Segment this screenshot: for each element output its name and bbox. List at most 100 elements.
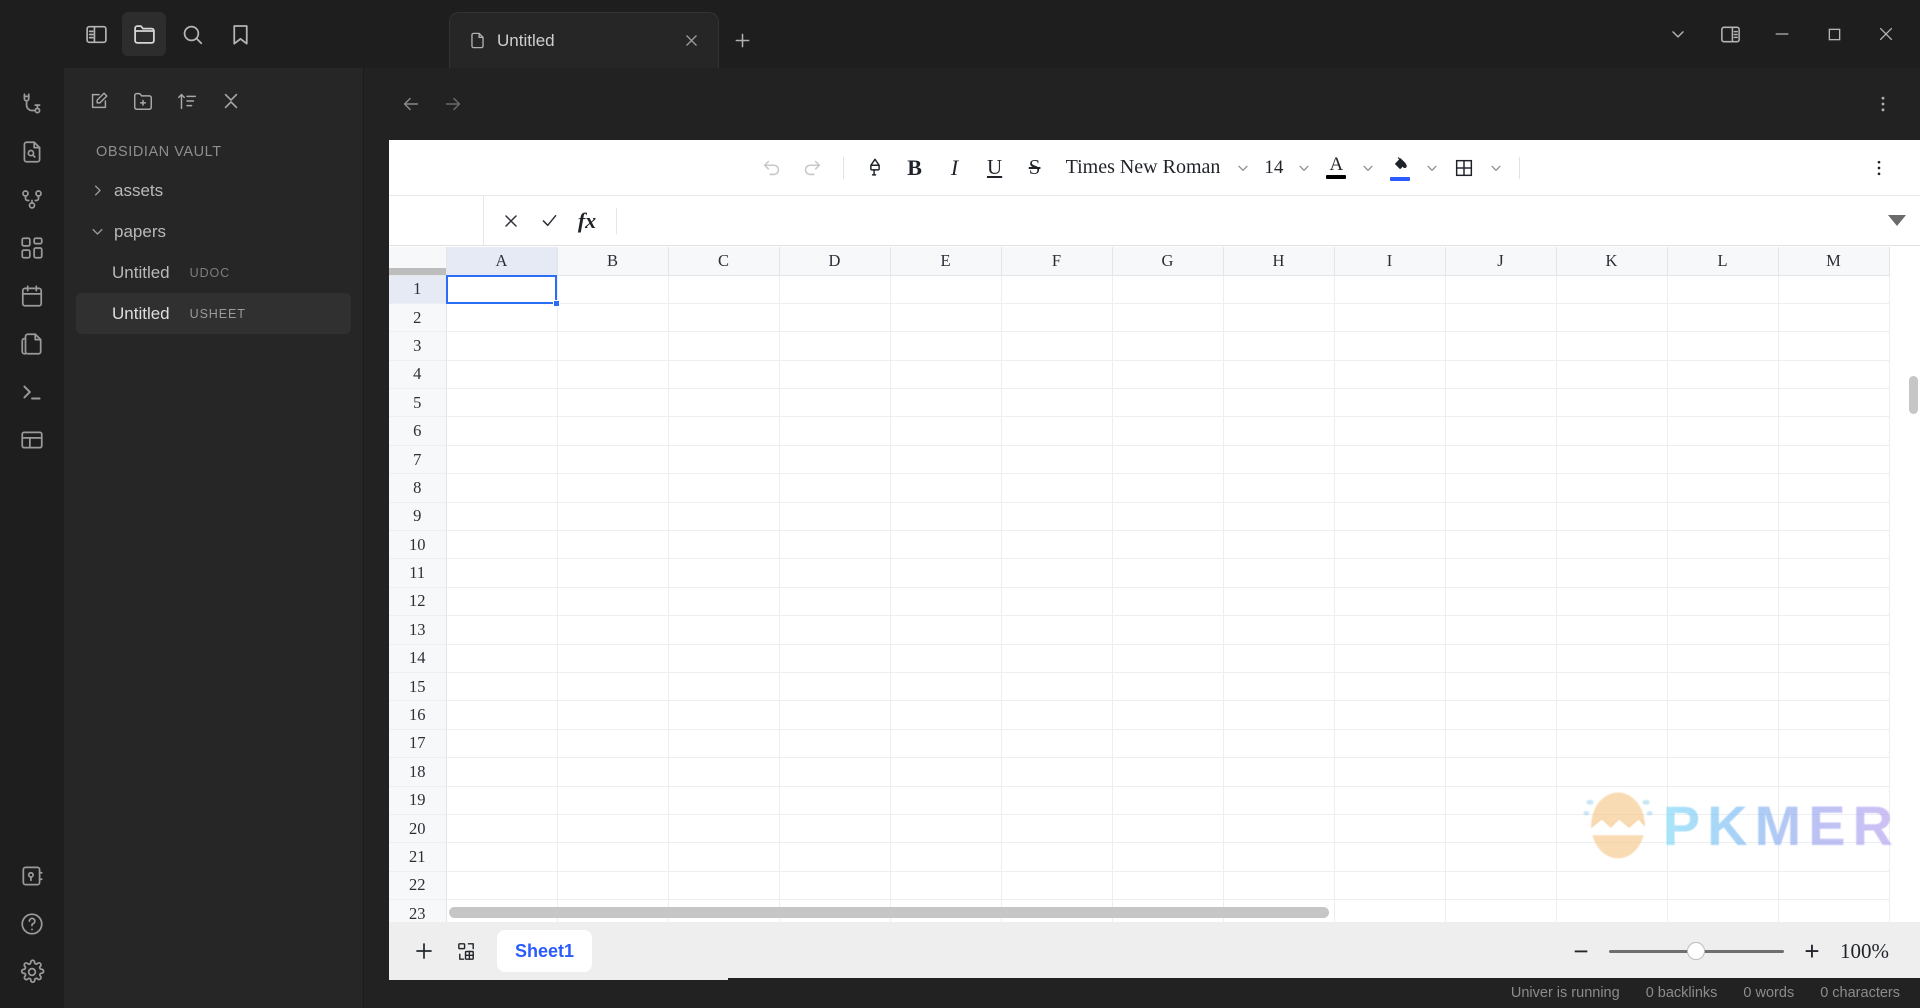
- cell-F6[interactable]: [1001, 416, 1113, 446]
- cell-E22[interactable]: [890, 871, 1002, 901]
- chevron-down-icon[interactable]: [1357, 160, 1379, 176]
- cell-I16[interactable]: [1334, 700, 1446, 730]
- cell-J1[interactable]: [1445, 275, 1557, 304]
- cell-I12[interactable]: [1334, 587, 1446, 617]
- row-header-15[interactable]: 15: [389, 672, 447, 702]
- cell-G17[interactable]: [1112, 729, 1224, 759]
- cell-I10[interactable]: [1334, 530, 1446, 560]
- cell-G10[interactable]: [1112, 530, 1224, 560]
- cell-C1[interactable]: [668, 275, 780, 304]
- cell-I9[interactable]: [1334, 502, 1446, 532]
- cell-H14[interactable]: [1223, 644, 1335, 673]
- minimize-icon[interactable]: [1756, 10, 1808, 58]
- cell-L5[interactable]: [1667, 388, 1779, 418]
- row-header-4[interactable]: 4: [389, 360, 447, 390]
- cell-H17[interactable]: [1223, 729, 1335, 759]
- sort-icon[interactable]: [168, 82, 206, 120]
- cell-M21[interactable]: [1778, 842, 1890, 872]
- cell-J4[interactable]: [1445, 360, 1557, 390]
- cell-I14[interactable]: [1334, 644, 1446, 673]
- right-sidebar-toggle-icon[interactable]: [1704, 10, 1756, 58]
- cell-M18[interactable]: [1778, 757, 1890, 787]
- cell-H5[interactable]: [1223, 388, 1335, 418]
- cell-B1[interactable]: [557, 275, 669, 304]
- zoom-slider-knob[interactable]: [1687, 942, 1705, 960]
- vault-switcher-icon[interactable]: [8, 852, 56, 900]
- cell-K2[interactable]: [1556, 303, 1668, 333]
- row-header-11[interactable]: 11: [389, 558, 447, 588]
- cell-M15[interactable]: [1778, 672, 1890, 702]
- fill-color-button[interactable]: [1381, 149, 1419, 187]
- spreadsheet-grid[interactable]: ABCDEFGHIJKLM 1 2 3 4 5 6 7 8 9 10 11 12 13 14 15 16 17 1…: [389, 247, 1920, 922]
- font-family-selector[interactable]: Times New Roman: [1056, 149, 1231, 187]
- cell-L8[interactable]: [1667, 473, 1779, 503]
- vertical-scrollbar[interactable]: [1908, 354, 1920, 864]
- cell-F8[interactable]: [1001, 473, 1113, 503]
- cell-I20[interactable]: [1334, 814, 1446, 844]
- cell-C21[interactable]: [668, 842, 780, 872]
- select-all-corner[interactable]: [389, 247, 447, 276]
- more-options-icon[interactable]: [1860, 149, 1898, 187]
- cell-A5[interactable]: [446, 388, 558, 418]
- row-header-7[interactable]: 7: [389, 445, 447, 475]
- cell-D16[interactable]: [779, 700, 891, 730]
- cell-F15[interactable]: [1001, 672, 1113, 702]
- cell-K17[interactable]: [1556, 729, 1668, 759]
- terminal-icon[interactable]: [8, 368, 56, 416]
- cell-L15[interactable]: [1667, 672, 1779, 702]
- cell-F9[interactable]: [1001, 502, 1113, 532]
- cell-M4[interactable]: [1778, 360, 1890, 390]
- cell-M19[interactable]: [1778, 786, 1890, 815]
- cell-L22[interactable]: [1667, 871, 1779, 901]
- cell-A13[interactable]: [446, 615, 558, 645]
- chevron-down-icon[interactable]: [1293, 160, 1315, 176]
- cell-F18[interactable]: [1001, 757, 1113, 787]
- cell-F14[interactable]: [1001, 644, 1113, 673]
- cell-J12[interactable]: [1445, 587, 1557, 617]
- cell-J6[interactable]: [1445, 416, 1557, 446]
- cell-G1[interactable]: [1112, 275, 1224, 304]
- cell-I11[interactable]: [1334, 558, 1446, 588]
- cell-H10[interactable]: [1223, 530, 1335, 560]
- cell-J5[interactable]: [1445, 388, 1557, 418]
- chevron-down-icon[interactable]: [86, 224, 108, 239]
- cell-I17[interactable]: [1334, 729, 1446, 759]
- add-sheet-button[interactable]: [403, 930, 445, 972]
- cell-I5[interactable]: [1334, 388, 1446, 418]
- cell-H9[interactable]: [1223, 502, 1335, 532]
- cell-C14[interactable]: [668, 644, 780, 673]
- cell-H4[interactable]: [1223, 360, 1335, 390]
- cell-G4[interactable]: [1112, 360, 1224, 390]
- cell-M7[interactable]: [1778, 445, 1890, 475]
- cell-M10[interactable]: [1778, 530, 1890, 560]
- undo-icon[interactable]: [753, 149, 791, 187]
- cell-H11[interactable]: [1223, 558, 1335, 588]
- more-options-icon[interactable]: [1862, 83, 1904, 125]
- canvas-icon[interactable]: [8, 224, 56, 272]
- cell-A16[interactable]: [446, 700, 558, 730]
- cell-C13[interactable]: [668, 615, 780, 645]
- cell-E6[interactable]: [890, 416, 1002, 446]
- cell-E18[interactable]: [890, 757, 1002, 787]
- cell-F1[interactable]: [1001, 275, 1113, 304]
- row-header-21[interactable]: 21: [389, 842, 447, 872]
- cell-G15[interactable]: [1112, 672, 1224, 702]
- cell-G6[interactable]: [1112, 416, 1224, 446]
- cell-J23[interactable]: [1445, 899, 1557, 922]
- cell-F11[interactable]: [1001, 558, 1113, 588]
- paint-format-icon[interactable]: [856, 149, 894, 187]
- cell-G8[interactable]: [1112, 473, 1224, 503]
- cell-K4[interactable]: [1556, 360, 1668, 390]
- cell-G20[interactable]: [1112, 814, 1224, 844]
- cell-D7[interactable]: [779, 445, 891, 475]
- row-header-17[interactable]: 17: [389, 729, 447, 759]
- cell-J2[interactable]: [1445, 303, 1557, 333]
- cell-L9[interactable]: [1667, 502, 1779, 532]
- cell-A6[interactable]: [446, 416, 558, 446]
- cell-D1[interactable]: [779, 275, 891, 304]
- row-header-1[interactable]: 1: [389, 275, 447, 304]
- cell-C18[interactable]: [668, 757, 780, 787]
- cell-L17[interactable]: [1667, 729, 1779, 759]
- cell-I7[interactable]: [1334, 445, 1446, 475]
- cell-J11[interactable]: [1445, 558, 1557, 588]
